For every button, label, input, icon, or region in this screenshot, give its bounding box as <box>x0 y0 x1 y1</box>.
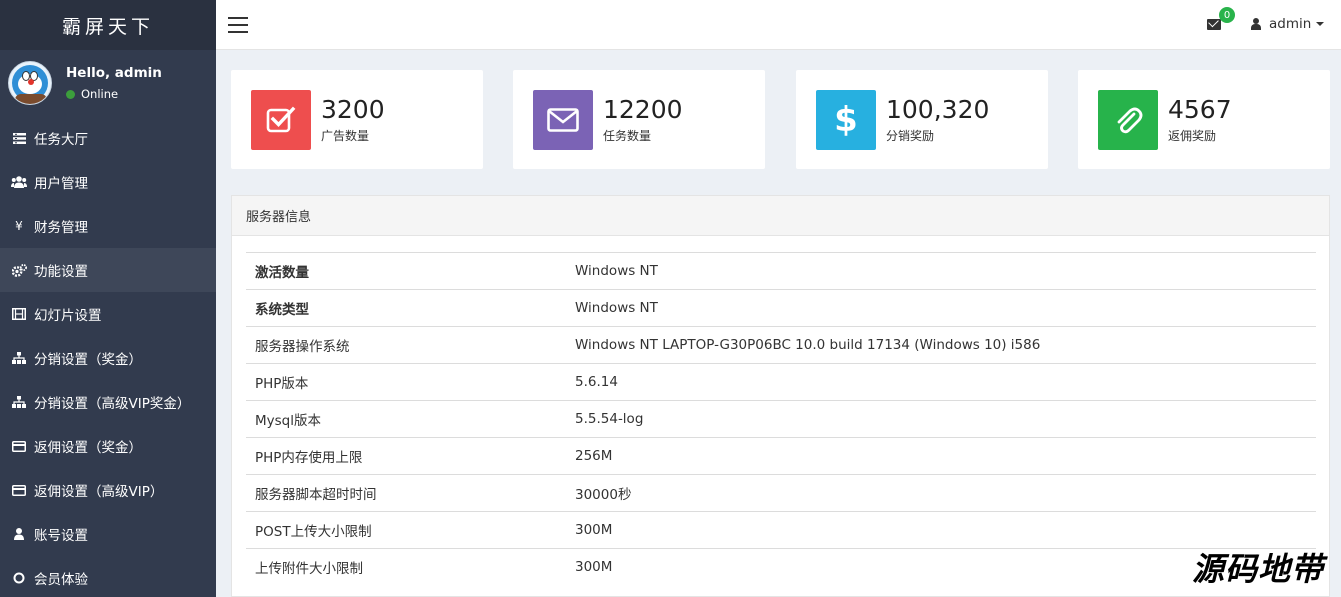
row-key: 服务器操作系统 <box>246 326 566 364</box>
yen-icon: ¥ <box>15 219 23 233</box>
user-icon <box>10 528 28 540</box>
row-key: 系统类型 <box>246 289 566 327</box>
stat-label: 返佣奖励 <box>1168 129 1217 143</box>
sidebar-item-label: 返佣设置（奖金） <box>34 440 142 456</box>
sidebar-item-label: 任务大厅 <box>34 132 88 148</box>
row-key: PHP内存使用上限 <box>246 437 566 475</box>
envelope-icon <box>533 90 593 150</box>
check-square-icon <box>251 90 311 150</box>
table-row: POST上传大小限制 300M <box>246 511 1316 549</box>
paperclip-icon <box>1098 90 1158 150</box>
stat-value: 4567 <box>1168 95 1232 124</box>
sitemap-icon <box>10 396 28 408</box>
row-value: 5.5.54-log <box>566 400 1316 438</box>
sidebar-item-rebate-bonus[interactable]: 返佣设置（奖金） <box>0 424 216 468</box>
table-row: Mysql版本 5.5.54-log <box>246 400 1316 438</box>
users-icon <box>10 176 28 188</box>
brand-title[interactable]: 霸屏天下 <box>0 0 216 50</box>
user-greeting: Hello, admin <box>66 65 162 81</box>
circle-icon <box>10 572 28 584</box>
server-info-panel: 服务器信息 激活数量 Windows NT 系统类型 Windows NT 服务… <box>231 195 1330 597</box>
username-label: admin <box>1269 16 1312 32</box>
row-value: Windows NT LAPTOP-G30P06BC 10.0 build 17… <box>566 326 1316 364</box>
stat-value: 3200 <box>321 95 385 124</box>
list-icon <box>10 132 28 144</box>
table-row: PHP内存使用上限 256M <box>246 437 1316 475</box>
sidebar-item-feature-settings[interactable]: 功能设置 <box>0 248 216 292</box>
sidebar-item-member-trial[interactable]: 会员体验 <box>0 556 216 597</box>
sidebar-item-finance[interactable]: ¥ 财务管理 <box>0 204 216 248</box>
row-key: 激活数量 <box>246 252 566 290</box>
user-status: Online <box>66 87 162 101</box>
table-row: 上传附件大小限制 300M <box>246 548 1316 586</box>
sidebar-item-label: 返佣设置（高级VIP） <box>34 484 164 500</box>
table-row: PHP版本 5.6.14 <box>246 363 1316 401</box>
row-value: 30000秒 <box>566 474 1316 512</box>
caret-down-icon <box>1316 22 1325 26</box>
row-key: POST上传大小限制 <box>246 511 566 549</box>
sidebar-item-user-management[interactable]: 用户管理 <box>0 160 216 204</box>
online-dot-icon <box>66 89 75 99</box>
sidebar-item-label: 分销设置（奖金） <box>34 352 142 368</box>
row-value: 300M <box>566 511 1316 549</box>
row-key: PHP版本 <box>246 363 566 401</box>
stat-box-ads: 3200 广告数量 <box>231 70 483 169</box>
dollar-icon: $ <box>816 90 876 150</box>
row-key: 服务器脚本超时时间 <box>246 474 566 512</box>
sidebar-item-label: 财务管理 <box>34 220 88 236</box>
mail-count-badge: 0 <box>1219 7 1235 23</box>
stat-box-distribution: $ 100,320 分销奖励 <box>796 70 1048 169</box>
user-status-label: Online <box>81 87 119 101</box>
cogs-icon <box>10 263 28 277</box>
stat-value: 12200 <box>603 95 683 124</box>
stat-box-tasks: 12200 任务数量 <box>513 70 765 169</box>
row-value: Windows NT <box>566 252 1316 290</box>
avatar <box>8 61 52 105</box>
menu-toggle-icon[interactable] <box>228 17 248 33</box>
table-row: 系统类型 Windows NT <box>246 289 1316 327</box>
stat-label: 任务数量 <box>603 129 652 143</box>
credit-card-icon <box>10 484 28 496</box>
row-value: 5.6.14 <box>566 363 1316 401</box>
sidebar-menu: 任务大厅 用户管理 ¥ 财务管理 功能设置 幻灯片设置 分销设置（奖金） 分销设… <box>0 116 216 597</box>
sidebar-item-label: 幻灯片设置 <box>34 308 102 324</box>
watermark-logo: 源码地带 <box>1192 550 1325 588</box>
sidebar-item-slideshow[interactable]: 幻灯片设置 <box>0 292 216 336</box>
table-row: 激活数量 Windows NT <box>246 252 1316 290</box>
server-info-table: 激活数量 Windows NT 系统类型 Windows NT 服务器操作系统 … <box>246 252 1316 586</box>
sidebar-item-task-hall[interactable]: 任务大厅 <box>0 116 216 160</box>
table-row: 服务器脚本超时时间 30000秒 <box>246 474 1316 512</box>
stat-box-rebate: 4567 返佣奖励 <box>1078 70 1330 169</box>
credit-card-icon <box>10 440 28 452</box>
user-panel: Hello, admin Online <box>0 50 216 116</box>
row-key: Mysql版本 <box>246 400 566 438</box>
sidebar-item-label: 分销设置（高级VIP奖金） <box>34 396 191 412</box>
sidebar-item-label: 功能设置 <box>34 264 88 280</box>
row-key: 上传附件大小限制 <box>246 548 566 586</box>
user-dropdown[interactable]: admin <box>1251 16 1325 32</box>
user-icon <box>1251 18 1261 30</box>
sidebar-item-label: 账号设置 <box>34 528 88 544</box>
film-icon <box>10 308 28 320</box>
sidebar-item-rebate-vip[interactable]: 返佣设置（高级VIP） <box>0 468 216 512</box>
sidebar-item-distribution-bonus[interactable]: 分销设置（奖金） <box>0 336 216 380</box>
stat-label: 分销奖励 <box>886 129 935 143</box>
stat-value: 100,320 <box>886 95 990 124</box>
sidebar-item-distribution-vip[interactable]: 分销设置（高级VIP奖金） <box>0 380 216 424</box>
panel-title: 服务器信息 <box>232 196 1329 236</box>
row-value: Windows NT <box>566 289 1316 327</box>
sidebar-item-label: 用户管理 <box>34 176 88 192</box>
table-row: 服务器操作系统 Windows NT LAPTOP-G30P06BC 10.0 … <box>246 326 1316 364</box>
sidebar: 霸屏天下 Hello, admin Online 任务大厅 用户管理 ¥ 财务管… <box>0 0 216 597</box>
top-navbar: 0 admin <box>216 0 1341 50</box>
sitemap-icon <box>10 352 28 364</box>
sidebar-item-account-settings[interactable]: 账号设置 <box>0 512 216 556</box>
row-value: 256M <box>566 437 1316 475</box>
sidebar-item-label: 会员体验 <box>34 572 88 588</box>
stat-label: 广告数量 <box>321 129 370 143</box>
